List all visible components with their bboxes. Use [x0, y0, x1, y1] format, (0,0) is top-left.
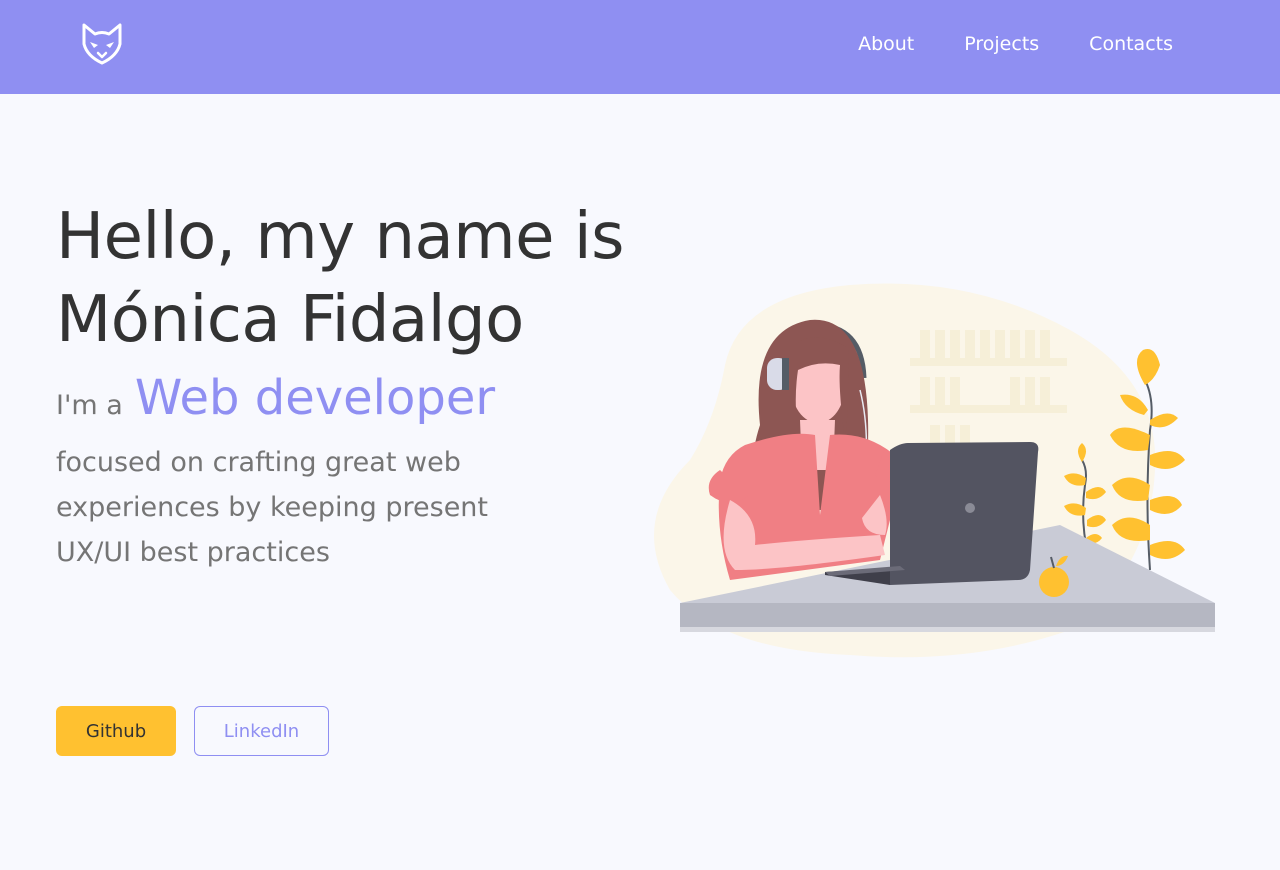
nav-projects-link[interactable]: Projects: [964, 33, 1039, 55]
linkedin-button[interactable]: LinkedIn: [194, 706, 329, 756]
role-prefix: I'm a: [56, 390, 123, 421]
role-line: I'm a Web developer: [56, 370, 656, 434]
role-description: focused on crafting great web experience…: [56, 447, 488, 568]
nav-contacts-link[interactable]: Contacts: [1089, 33, 1173, 55]
hero-title: Hello, my name is Mónica Fidalgo: [56, 200, 624, 357]
role-title: Web developer: [134, 370, 496, 426]
github-button[interactable]: Github: [56, 706, 176, 756]
hero-section: Hello, my name is Mónica Fidalgo I'm a W…: [56, 196, 656, 575]
fox-logo-icon[interactable]: [80, 22, 124, 66]
nav-about-link[interactable]: About: [858, 33, 914, 55]
cta-buttons: Github LinkedIn: [56, 706, 329, 756]
developer-illustration: [654, 283, 1215, 658]
navbar: About Projects Contacts: [0, 0, 1280, 94]
nav-links: About Projects Contacts: [858, 0, 1173, 88]
